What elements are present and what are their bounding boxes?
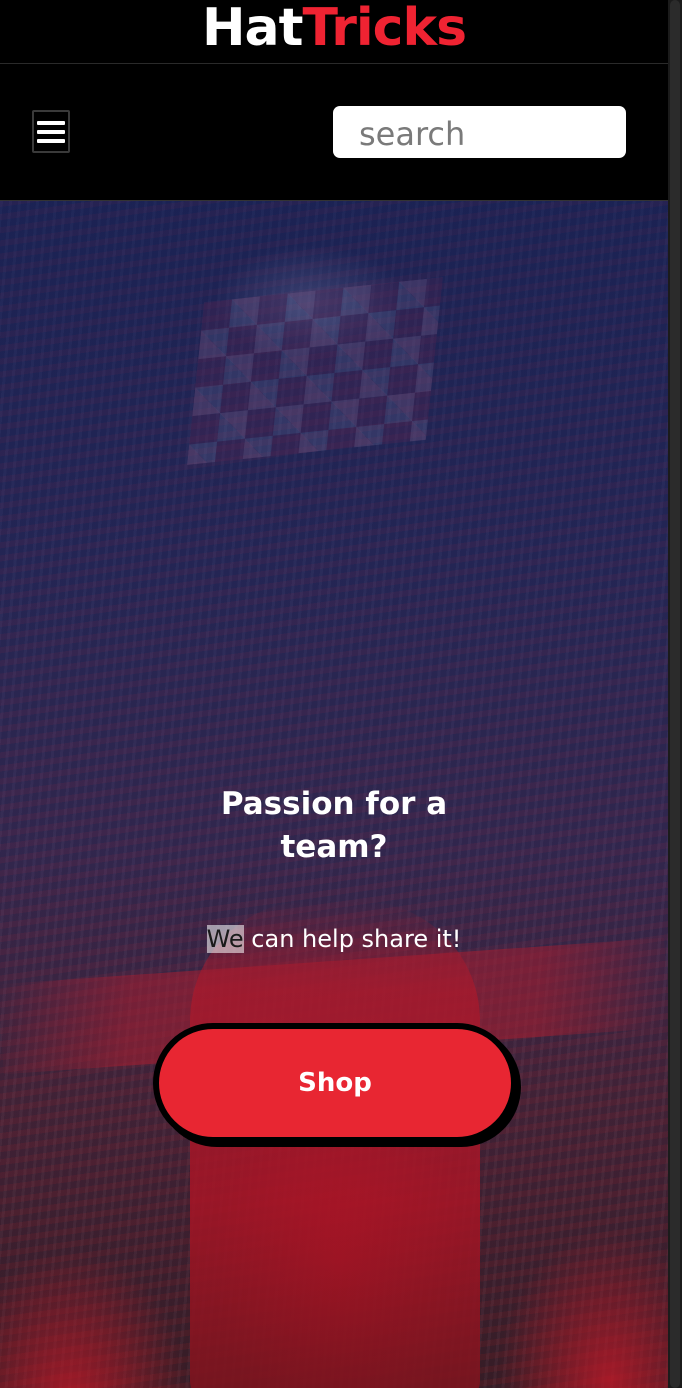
menu-line: [37, 129, 65, 134]
scrollbar-thumb[interactable]: [670, 0, 680, 1388]
hero-subtitle-rest: can help share it!: [243, 925, 462, 953]
scrollbar[interactable]: [668, 0, 682, 1388]
hero-title-line1: Passion for a: [220, 786, 448, 822]
hero-section: Passion for a team? We can help share it…: [0, 201, 668, 1388]
hero-subtitle: We can help share it!: [0, 924, 668, 954]
hero-title-line2: team?: [280, 829, 388, 865]
brand-second: Tricks: [302, 0, 467, 58]
brand-first: Hat: [201, 0, 303, 58]
shop-button[interactable]: Shop: [153, 1023, 517, 1143]
hero-subtitle-highlight: We: [206, 925, 244, 953]
brand-bar: HatTricks: [0, 0, 668, 64]
hero-title: Passion for a team?: [0, 783, 668, 869]
page: HatTricks Passion for a team? We can hel…: [0, 0, 682, 1388]
search-input[interactable]: [333, 106, 626, 158]
nav-bar: [0, 64, 668, 201]
hamburger-menu-icon[interactable]: [32, 110, 70, 153]
brand-logo[interactable]: HatTricks: [202, 2, 467, 54]
menu-line: [37, 120, 65, 125]
menu-line: [37, 138, 65, 143]
